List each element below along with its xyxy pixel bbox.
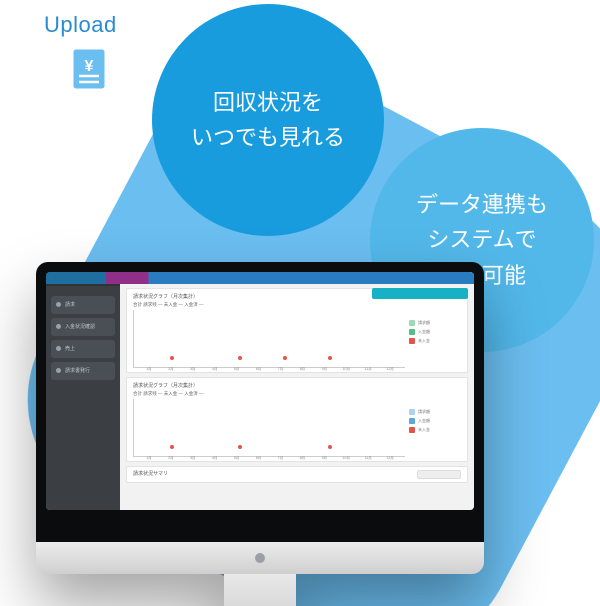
sidebar-item[interactable]: 請求 xyxy=(51,296,115,314)
sidebar-item[interactable]: 売上 xyxy=(51,340,115,358)
chart-panel-1: 請求状況グラフ（月次集計） 合計 請求残 — 未入金 — 入金済 — 1月2月3… xyxy=(126,288,468,373)
summary-action-button[interactable] xyxy=(417,470,461,479)
app-titlebar xyxy=(46,272,474,284)
summary-panel: 請求状況サマリ xyxy=(126,466,468,483)
panel-meta: 合計 請求残 — 未入金 — 入金済 — xyxy=(133,391,461,397)
feature-text: システムで xyxy=(416,222,548,257)
monitor-bezel: 請求 入金状況確認 売上 請求書発行 請求状況グラフ（月次集計） 合計 請求残 … xyxy=(36,262,484,542)
monitor-mockup: 請求 入金状況確認 売上 請求書発行 請求状況グラフ（月次集計） 合計 請求残 … xyxy=(36,262,484,606)
panel-meta: 合計 請求残 — 未入金 — 入金済 — xyxy=(133,302,461,308)
feature-text: 回収状況を xyxy=(191,85,345,120)
upload-document-yen-icon: ¥ xyxy=(58,44,118,104)
chart-legend: 請求額入金額未入金 xyxy=(409,310,461,368)
monitor-chin xyxy=(36,542,484,574)
feature-text: データ連携も xyxy=(416,187,548,222)
search-input[interactable] xyxy=(372,288,468,299)
upload-label: Upload xyxy=(44,12,117,38)
app-sidebar: 請求 入金状況確認 売上 請求書発行 xyxy=(46,272,120,510)
sidebar-item[interactable]: 請求書発行 xyxy=(51,362,115,380)
monitor-stand-neck xyxy=(224,574,296,606)
panel-title: 請求状況グラフ（月次集計） xyxy=(133,382,461,389)
feature-circle-status: 回収状況を いつでも見れる xyxy=(152,4,384,236)
chart-legend: 請求額入金額未入金 xyxy=(409,399,461,457)
svg-text:¥: ¥ xyxy=(85,58,94,75)
summary-title: 請求状況サマリ xyxy=(133,470,168,479)
app-screen: 請求 入金状況確認 売上 請求書発行 請求状況グラフ（月次集計） 合計 請求残 … xyxy=(46,272,474,510)
feature-text: いつでも見れる xyxy=(191,120,345,155)
app-content: 請求状況グラフ（月次集計） 合計 請求残 — 未入金 — 入金済 — 1月2月3… xyxy=(120,272,474,510)
bar-chart: 1月2月3月4月5月6月7月8月9月10月11月12月 xyxy=(133,310,405,368)
chart-panel-2: 請求状況グラフ（月次集計） 合計 請求残 — 未入金 — 入金済 — 1月2月3… xyxy=(126,377,468,462)
sidebar-item[interactable]: 入金状況確認 xyxy=(51,318,115,336)
bar-chart: 1月2月3月4月5月6月7月8月9月10月11月12月 xyxy=(133,399,405,457)
